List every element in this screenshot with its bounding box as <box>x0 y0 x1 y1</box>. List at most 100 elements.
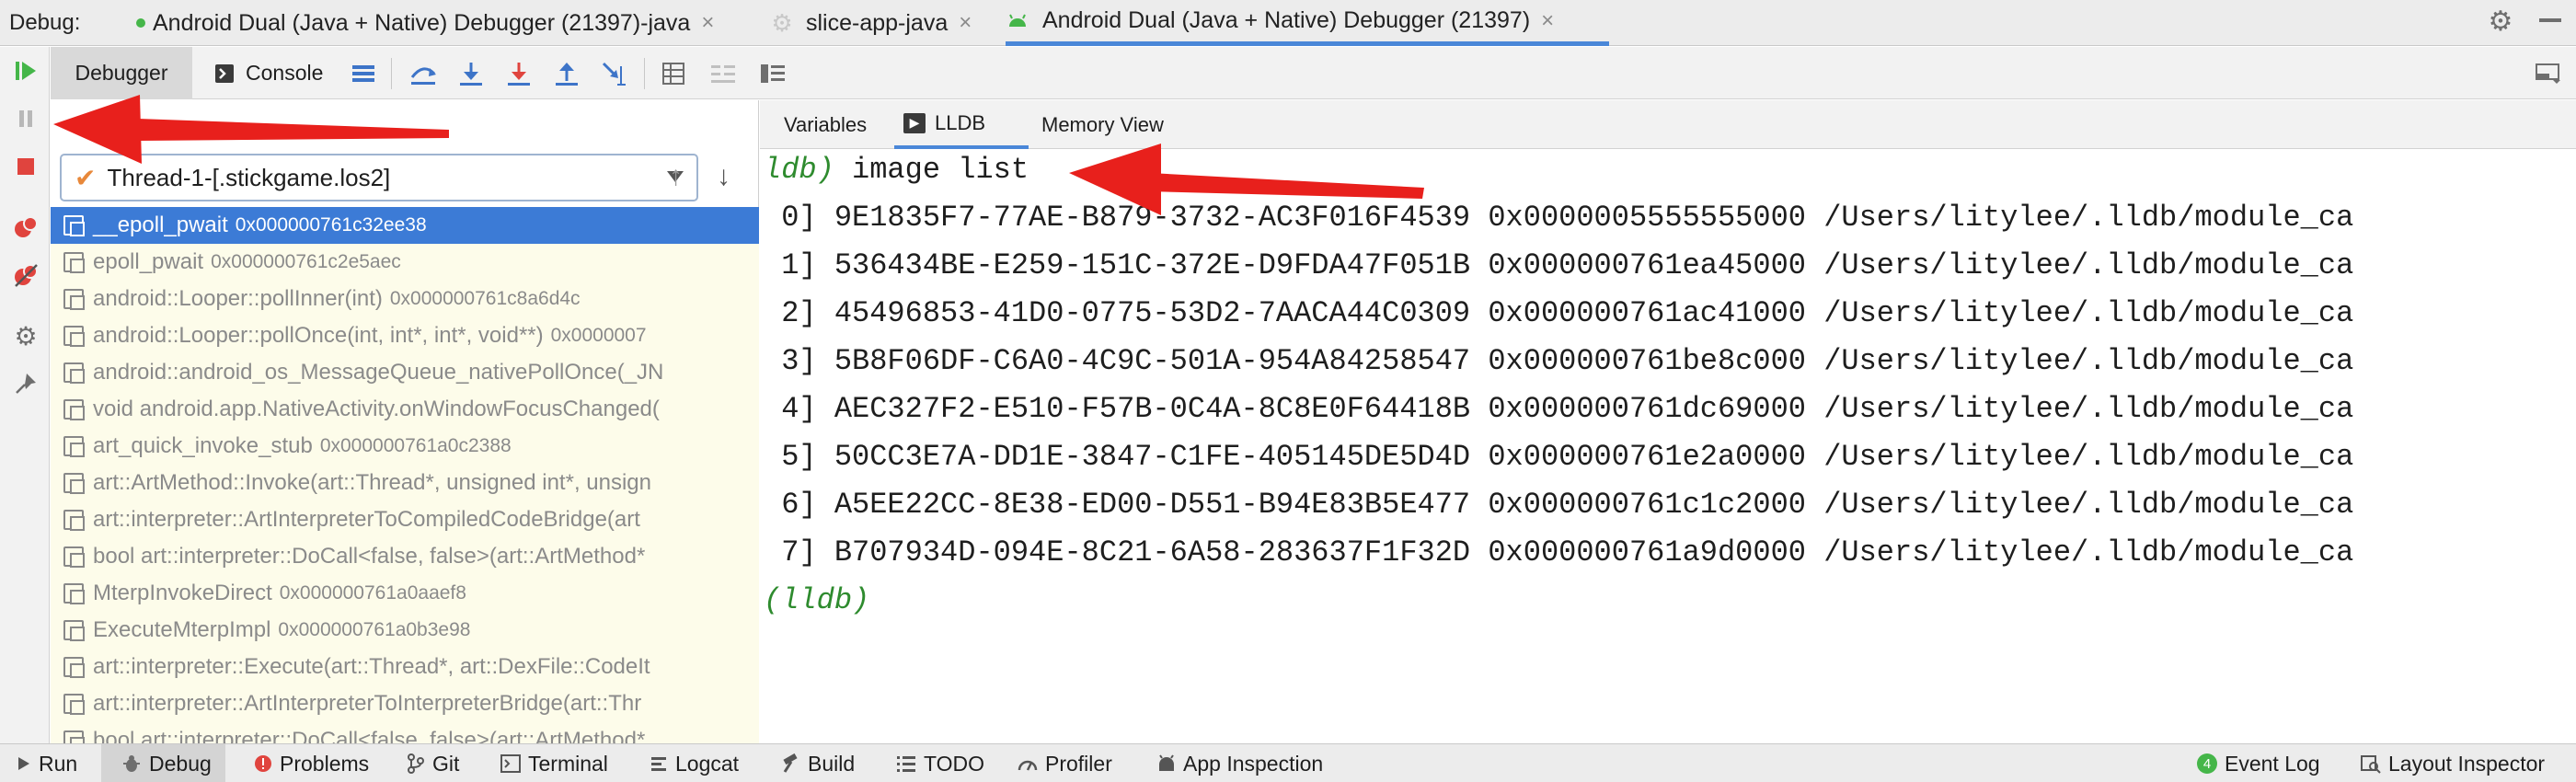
tab-java-debugger[interactable]: Android Dual (Java + Native) Debugger (2… <box>136 0 714 46</box>
list-icon <box>896 754 916 773</box>
android-icon <box>1157 753 1176 774</box>
frame-row[interactable]: art::interpreter::ArtInterpreterToInterp… <box>51 685 759 722</box>
app-inspection-tool-button[interactable]: App Inspection <box>1157 744 1323 782</box>
settings-gear-icon[interactable]: ⚙ <box>2487 8 2514 36</box>
frame-name: __epoll_pwait <box>93 213 228 237</box>
view-breakpoints-icon[interactable] <box>13 214 39 240</box>
close-icon[interactable]: × <box>1541 8 1554 34</box>
terminal-icon: ▶ <box>903 112 926 133</box>
lldb-console[interactable]: ldb) image list 0] 9E1835F7-77AE-B879-37… <box>760 150 2576 743</box>
toolbar-separator <box>391 58 392 89</box>
problems-tool-button[interactable]: Problems <box>254 744 369 782</box>
frame-row[interactable]: ExecuteMterpImpl 0x000000761a0b3e98 <box>51 612 759 649</box>
frame-name: bool art::interpreter::DoCall<false, fal… <box>93 544 646 569</box>
minimize-icon[interactable] <box>2539 18 2561 22</box>
git-tool-button[interactable]: Git <box>407 744 459 782</box>
frame-name: MterpInvokeDirect <box>93 581 272 605</box>
evaluate-expression-icon[interactable] <box>660 60 687 87</box>
frame-name: bool art::interpreter::DoCall<false, fal… <box>93 728 646 743</box>
logcat-icon <box>650 754 668 773</box>
terminal-label: Terminal <box>528 751 608 776</box>
gauge-icon <box>1018 755 1038 772</box>
frame-row[interactable]: __epoll_pwait 0x000000761c32ee38 <box>51 207 759 244</box>
frame-row[interactable]: epoll_pwait 0x000000761c2e5aec <box>51 244 759 281</box>
layout-settings-icon[interactable] <box>2535 60 2562 87</box>
tab-debugger-label: Debugger <box>75 61 168 85</box>
run-label: Run <box>39 751 78 776</box>
tab-variables[interactable]: Variables <box>784 100 867 149</box>
force-step-into-icon[interactable] <box>505 60 533 87</box>
run-tool-button[interactable]: Run <box>17 744 77 782</box>
settings-icon[interactable]: ⚙ <box>13 322 39 351</box>
show-execution-point-icon[interactable] <box>350 60 377 87</box>
gear-icon: ⚙ <box>771 9 793 37</box>
frame-row[interactable]: art_quick_invoke_stub 0x000000761a0c2388 <box>51 428 759 465</box>
frame-row[interactable]: android::Looper::pollOnce(int, int*, int… <box>51 317 759 354</box>
console-output-line: 3] 5B8F06DF-C6A0-4C9C-501A-954A84258547 … <box>764 344 2354 378</box>
frame-name: android::Looper::pollOnce(int, int*, int… <box>93 323 544 348</box>
tab-variables-label: Variables <box>784 112 868 136</box>
tab-console[interactable]: Console <box>214 47 323 99</box>
close-icon[interactable]: × <box>701 10 714 36</box>
tab-debugger[interactable]: Debugger <box>51 47 192 99</box>
frame-name: art::interpreter::ArtInterpreterToInterp… <box>93 691 642 716</box>
frame-address: 0x000000761a0c2388 <box>319 435 512 456</box>
console-output-line: 5] 50CC3E7A-DD1E-3847-C1FE-405145DE5D4D … <box>764 440 2354 474</box>
frame-row[interactable]: art::interpreter::ArtInterpreterToCompil… <box>51 501 759 538</box>
tab-memory-view[interactable]: Memory View <box>1041 100 1164 149</box>
resume-program-icon[interactable] <box>13 58 39 84</box>
step-out-icon[interactable] <box>553 60 581 87</box>
terminal-tool-button[interactable]: Terminal <box>500 744 608 782</box>
pause-program-icon[interactable] <box>13 106 39 132</box>
frame-address: 0x000000761a0aaef8 <box>279 582 466 604</box>
todo-tool-button[interactable]: TODO <box>896 744 984 782</box>
debug-tool-button[interactable]: Debug <box>101 744 225 782</box>
logcat-tool-button[interactable]: Logcat <box>650 744 739 782</box>
next-frame-arrow-icon[interactable]: ↓ <box>717 161 730 192</box>
build-tool-button[interactable]: Build <box>780 744 855 782</box>
close-icon[interactable]: × <box>959 10 972 36</box>
frame-row[interactable]: art::ArtMethod::Invoke(art::Thread*, uns… <box>51 465 759 501</box>
tab-label: Android Dual (Java + Native) Debugger (2… <box>1042 7 1531 33</box>
console-output-line: 6] A5EE22CC-8E38-ED00-D551-B94E83B5E477 … <box>764 488 2354 522</box>
run-to-cursor-icon[interactable] <box>601 60 628 87</box>
event-log-label: Event Log <box>2225 751 2320 776</box>
git-branch-icon <box>407 753 425 774</box>
mute-breakpoints-icon[interactable] <box>13 262 39 288</box>
profiler-tool-button[interactable]: Profiler <box>1018 744 1112 782</box>
previous-frame-arrow-icon[interactable]: ↑ <box>669 161 683 192</box>
lldb-prompt: ldb) <box>764 153 834 187</box>
frame-row[interactable]: bool art::interpreter::DoCall<false, fal… <box>51 722 759 743</box>
console-output-line: 4] AEC327F2-E510-F57B-0C4A-8C8E0F64418B … <box>764 392 2354 426</box>
tab-lldb[interactable]: ▶ LLDB <box>894 100 1029 149</box>
step-over-icon[interactable] <box>409 60 437 87</box>
tab-slice-app-java[interactable]: ⚙ slice-app-java × <box>771 0 972 46</box>
thread-selector[interactable]: ✔ Thread-1-[.stickgame.los2] <box>60 154 698 201</box>
console-output-line: 2] 45496853-41D0-0775-53D2-7AACA44C0309 … <box>764 296 2354 330</box>
terminal-icon <box>500 754 521 773</box>
android-icon <box>1009 14 1026 27</box>
trace-current-stream-icon[interactable] <box>709 60 737 87</box>
frame-row[interactable]: android::android_os_MessageQueue_nativeP… <box>51 354 759 391</box>
run-icon <box>17 755 31 772</box>
frame-icon <box>63 583 85 604</box>
frame-row[interactable]: bool art::interpreter::DoCall<false, fal… <box>51 538 759 575</box>
tab-native-debugger[interactable]: Android Dual (Java + Native) Debugger (2… <box>1006 0 1609 46</box>
debugger-subtabs: Variables ▶ LLDB Memory View <box>760 100 2576 149</box>
frame-row[interactable]: android::Looper::pollInner(int) 0x000000… <box>51 281 759 317</box>
debug-label: Debug: <box>9 10 81 35</box>
step-into-icon[interactable] <box>457 60 485 87</box>
frame-name: android::android_os_MessageQueue_nativeP… <box>93 360 664 385</box>
stop-icon[interactable] <box>13 154 39 179</box>
frame-row[interactable]: art::interpreter::Execute(art::Thread*, … <box>51 649 759 685</box>
layout-inspector-tool-button[interactable]: Layout Inspector <box>2361 744 2545 782</box>
frame-address: 0x000000761c2e5aec <box>211 251 401 272</box>
frame-row[interactable]: void android.app.NativeActivity.onWindow… <box>51 391 759 428</box>
event-log-tool-button[interactable]: 4 Event Log <box>2197 744 2320 782</box>
layout-inspector-label: Layout Inspector <box>2388 751 2546 776</box>
hammer-icon <box>780 753 800 774</box>
error-icon <box>254 754 272 773</box>
frame-row[interactable]: MterpInvokeDirect 0x000000761a0aaef8 <box>51 575 759 612</box>
pin-tab-icon[interactable] <box>13 371 39 397</box>
restore-layout-icon[interactable] <box>759 60 787 87</box>
